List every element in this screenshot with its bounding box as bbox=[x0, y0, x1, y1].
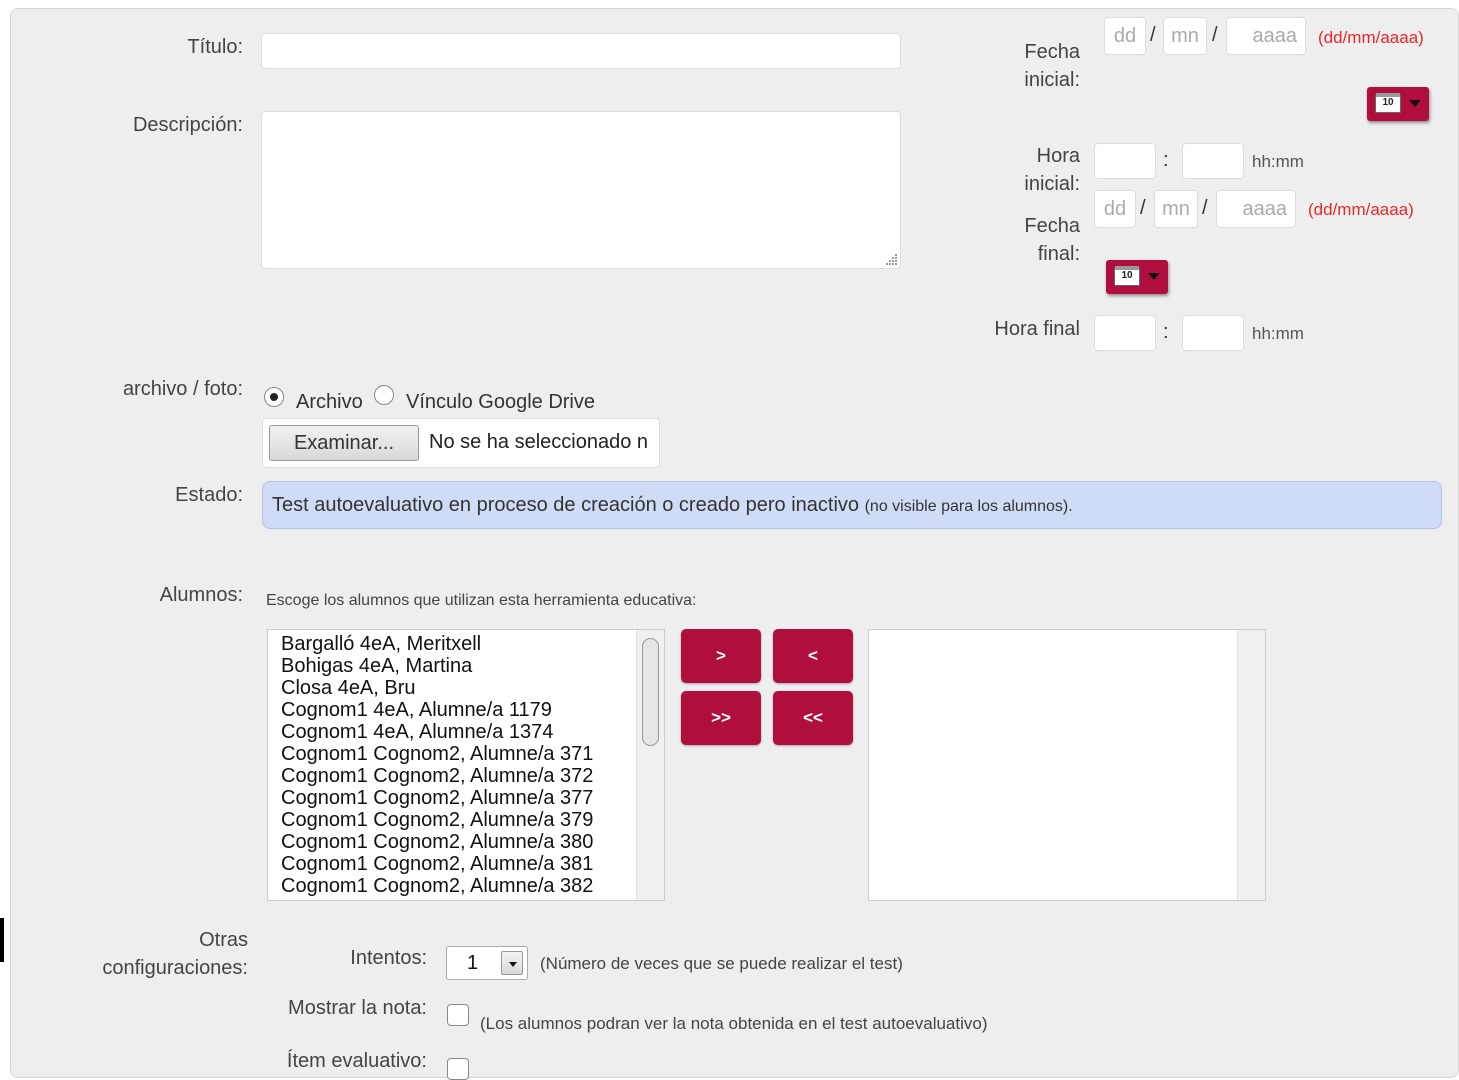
available-students-list[interactable]: Bargalló 4eA, Meritxell Bohigas 4eA, Mart… bbox=[267, 629, 665, 901]
student-option[interactable]: Bohigas 4eA, Martina bbox=[268, 655, 593, 677]
date-separator: / bbox=[1212, 24, 1218, 46]
fecha-final-year-input[interactable]: aaaa bbox=[1216, 190, 1296, 228]
fecha-inicial-label: Fecha inicial: bbox=[1024, 41, 1080, 91]
student-option[interactable]: Cognom1 Cognom2, Alumne/a 371 bbox=[268, 743, 593, 765]
hora-final-minutes-input[interactable] bbox=[1182, 315, 1244, 351]
estado-label: Estado: bbox=[175, 484, 243, 506]
hora-inicial-hours-input[interactable] bbox=[1094, 143, 1156, 179]
titulo-input[interactable] bbox=[261, 33, 901, 69]
caret-down-icon bbox=[1409, 100, 1421, 107]
time-separator: : bbox=[1163, 321, 1169, 343]
file-input[interactable]: Examinar... No se ha seleccionado n bbox=[262, 418, 660, 468]
hora-final-label: Hora final bbox=[994, 318, 1080, 340]
intentos-label: Intentos: bbox=[350, 947, 427, 969]
fecha-inicial-calendar-button[interactable]: 10 bbox=[1367, 87, 1429, 121]
calendar-icon: 10 bbox=[1375, 93, 1401, 113]
google-drive-radio-label[interactable]: Vínculo Google Drive bbox=[406, 391, 595, 414]
fecha-inicial-format-hint: (dd/mm/aaaa) bbox=[1318, 28, 1424, 47]
remove-student-button[interactable]: < bbox=[773, 629, 853, 683]
fecha-inicial-day-input[interactable]: dd bbox=[1104, 17, 1146, 55]
intentos-note: (Número de veces que se puede realizar e… bbox=[540, 954, 903, 973]
titulo-label: Título: bbox=[187, 36, 243, 58]
student-option[interactable]: Cognom1 Cognom2, Alumne/a 380 bbox=[268, 831, 593, 853]
remove-all-students-button[interactable]: << bbox=[773, 691, 853, 745]
mostrar-nota-note: (Los alumnos podran ver la nota obtenida… bbox=[480, 1014, 988, 1033]
scrollbar-thumb[interactable] bbox=[642, 638, 659, 746]
add-all-students-button[interactable]: >> bbox=[681, 691, 761, 745]
alumnos-label: Alumnos: bbox=[159, 584, 243, 606]
archivo-label: archivo / foto: bbox=[122, 378, 243, 400]
intentos-select[interactable]: 1 bbox=[446, 946, 528, 980]
selected-students-list[interactable] bbox=[868, 629, 1266, 901]
fecha-final-label: Fecha final: bbox=[1024, 215, 1080, 265]
estado-status-box: Test autoevaluativo en proceso de creaci… bbox=[262, 481, 1442, 529]
fecha-final-calendar-button[interactable]: 10 bbox=[1106, 260, 1168, 294]
dropdown-arrow-icon[interactable] bbox=[501, 951, 523, 975]
student-option[interactable]: Cognom1 Cognom2, Alumne/a 382 bbox=[268, 875, 593, 897]
otras-configuraciones-label: Otras configuraciones: bbox=[102, 929, 248, 979]
fecha-final-day-input[interactable]: dd bbox=[1094, 190, 1136, 228]
resize-grip-icon[interactable] bbox=[884, 252, 898, 266]
hora-inicial-format-hint: hh:mm bbox=[1252, 152, 1304, 171]
mostrar-nota-checkbox[interactable] bbox=[447, 1004, 469, 1026]
hora-inicial-label: Hora inicial: bbox=[1024, 145, 1080, 195]
browse-button[interactable]: Examinar... bbox=[269, 425, 419, 461]
fecha-inicial-year-input[interactable]: aaaa bbox=[1226, 17, 1306, 55]
date-separator: / bbox=[1140, 197, 1146, 219]
student-option[interactable]: Cognom1 Cognom2, Alumne/a 381 bbox=[268, 853, 593, 875]
date-separator: / bbox=[1202, 197, 1208, 219]
descripcion-textarea[interactable] bbox=[261, 111, 901, 269]
time-separator: : bbox=[1163, 149, 1169, 171]
hora-final-format-hint: hh:mm bbox=[1252, 324, 1304, 343]
file-status-text: No se ha seleccionado n bbox=[429, 431, 649, 453]
left-edge-marker bbox=[0, 918, 4, 962]
intentos-value: 1 bbox=[467, 952, 479, 974]
date-separator: / bbox=[1150, 24, 1156, 46]
student-option[interactable]: Bargalló 4eA, Meritxell bbox=[268, 633, 593, 655]
available-students-options: Bargalló 4eA, Meritxell Bohigas 4eA, Mart… bbox=[268, 633, 593, 897]
hora-final-hours-input[interactable] bbox=[1094, 315, 1156, 351]
caret-down-icon bbox=[1148, 273, 1160, 280]
item-evaluativo-checkbox[interactable] bbox=[447, 1058, 469, 1080]
available-list-scrollbar[interactable] bbox=[636, 630, 664, 900]
fecha-inicial-month-input[interactable]: mn bbox=[1163, 17, 1207, 55]
fecha-final-month-input[interactable]: mn bbox=[1154, 190, 1198, 228]
hora-inicial-minutes-input[interactable] bbox=[1182, 143, 1244, 179]
student-option[interactable]: Cognom1 Cognom2, Alumne/a 379 bbox=[268, 809, 593, 831]
student-option[interactable]: Cognom1 4eA, Alumne/a 1179 bbox=[268, 699, 593, 721]
student-option[interactable]: Cognom1 Cognom2, Alumne/a 377 bbox=[268, 787, 593, 809]
estado-text: Test autoevaluativo en proceso de creaci… bbox=[272, 494, 860, 516]
mostrar-nota-label: Mostrar la nota: bbox=[288, 997, 427, 1019]
fecha-final-format-hint: (dd/mm/aaaa) bbox=[1308, 200, 1414, 219]
add-student-button[interactable]: > bbox=[681, 629, 761, 683]
student-option[interactable]: Closa 4eA, Bru bbox=[268, 677, 593, 699]
student-option[interactable]: Cognom1 4eA, Alumne/a 1374 bbox=[268, 721, 593, 743]
archivo-radio[interactable] bbox=[264, 387, 284, 407]
estado-note: (no visible para los alumnos). bbox=[864, 498, 1073, 515]
calendar-icon: 10 bbox=[1114, 266, 1140, 286]
selected-list-scrollbar[interactable] bbox=[1237, 630, 1265, 900]
archivo-radio-label[interactable]: Archivo bbox=[296, 391, 363, 414]
descripcion-label: Descripción: bbox=[132, 114, 243, 136]
student-option[interactable]: Cognom1 Cognom2, Alumne/a 372 bbox=[268, 765, 593, 787]
google-drive-radio[interactable] bbox=[374, 385, 394, 405]
item-evaluativo-label: Ítem evaluativo: bbox=[286, 1050, 427, 1072]
alumnos-hint: Escoge los alumnos que utilizan esta her… bbox=[266, 592, 697, 609]
